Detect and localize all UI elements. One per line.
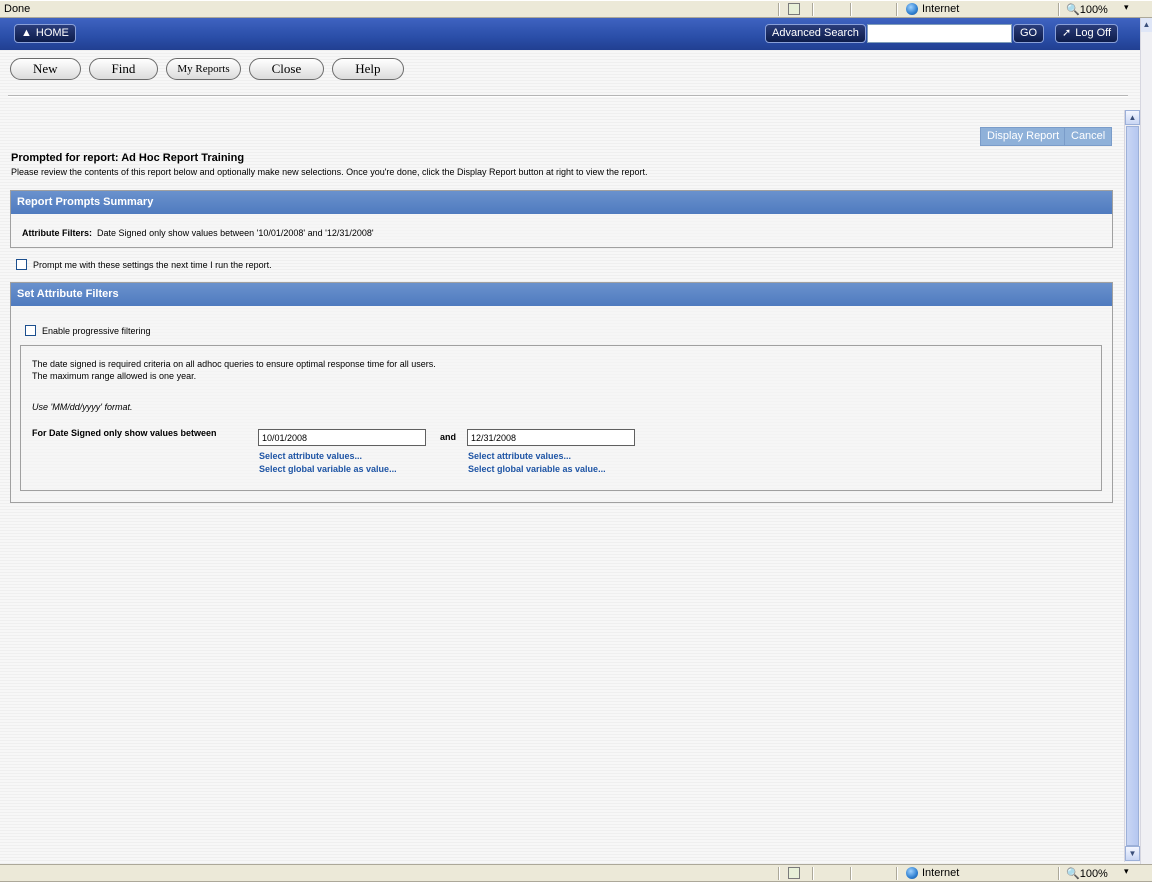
arrow-icon: ➚ [1062, 27, 1072, 39]
zoom-level[interactable]: 🔍100% [1066, 3, 1108, 16]
from-select-attribute-values-link[interactable]: Select attribute values... [259, 451, 362, 461]
home-button[interactable]: ▲ HOME [14, 24, 76, 43]
display-report-button[interactable]: Display Report [980, 127, 1067, 146]
summary-text: Date Signed only show values between '10… [97, 228, 374, 238]
globe-icon [906, 867, 918, 879]
find-label: Find [111, 61, 136, 76]
window-scrollbar[interactable]: ▲ [1140, 18, 1152, 864]
home-label: HOME [35, 27, 69, 39]
and-label: and [440, 432, 457, 442]
globe-icon [906, 3, 918, 15]
to-select-attribute-values-link[interactable]: Select attribute values... [468, 451, 571, 461]
my-reports-button[interactable]: My Reports [166, 58, 241, 80]
zone-label: Internet [922, 3, 960, 15]
status-bar-bottom: Internet 🔍100% ▾ [0, 864, 1152, 882]
zoom-dropdown-icon[interactable]: ▾ [1124, 866, 1129, 877]
find-button[interactable]: Find [88, 58, 159, 80]
logoff-label: Log Off [1075, 27, 1112, 39]
prompt-next-time-label: Prompt me with these settings the next t… [33, 259, 272, 270]
my-reports-label: My Reports [177, 63, 230, 75]
status-separator [812, 867, 814, 880]
go-button[interactable]: GO [1013, 24, 1045, 43]
format-hint: Use 'MM/dd/yyyy' format. [32, 402, 133, 412]
status-separator [896, 867, 898, 880]
close-button[interactable]: Close [248, 58, 325, 80]
scroll-up-icon[interactable]: ▲ [1141, 18, 1152, 32]
status-separator [812, 3, 814, 16]
new-button[interactable]: New [10, 58, 81, 80]
report-prompts-summary-panel: Report Prompts Summary Attribute Filters… [10, 190, 1113, 248]
status-separator [850, 3, 852, 16]
status-text: Done [4, 3, 31, 15]
summary-line: Attribute Filters: Date Signed only show… [22, 228, 374, 238]
new-label: New [33, 61, 58, 76]
security-zone: Internet [906, 867, 959, 879]
zoom-dropdown-icon[interactable]: ▾ [1124, 2, 1129, 13]
help-label: Help [355, 61, 381, 76]
status-separator [778, 3, 780, 16]
date-to-input[interactable] [467, 429, 635, 446]
status-separator [1058, 3, 1060, 16]
filters-header: Set Attribute Filters [11, 283, 1112, 306]
zoom-value: 100% [1079, 4, 1108, 16]
app-header: ▲ HOME Advanced Search GO ➚ Log Off [0, 18, 1140, 50]
summary-header: Report Prompts Summary [11, 191, 1112, 214]
zone-label: Internet [922, 867, 960, 879]
close-label: Close [271, 61, 302, 76]
summary-label: Attribute Filters: [22, 228, 93, 238]
progressive-filtering-checkbox[interactable] [25, 325, 36, 336]
progressive-filtering-label: Enable progressive filtering [42, 325, 151, 336]
prompt-next-time-row[interactable]: Prompt me with these settings the next t… [16, 259, 272, 270]
report-title: Prompted for report: Ad Hoc Report Train… [11, 152, 245, 164]
status-separator [778, 867, 780, 880]
security-zone: Internet [906, 3, 959, 15]
advanced-search-button[interactable]: Advanced Search [765, 24, 866, 43]
from-select-global-variable-link[interactable]: Select global variable as value... [259, 464, 397, 474]
toolbar-divider [8, 95, 1128, 97]
status-separator [1058, 867, 1060, 880]
date-from-input[interactable] [258, 429, 426, 446]
status-separator [850, 867, 852, 880]
help-button[interactable]: Help [332, 58, 404, 80]
zoom-value: 100% [1079, 868, 1108, 880]
report-description: Please review the contents of this repor… [11, 167, 648, 177]
advanced-search-label: Advanced Search [772, 27, 859, 39]
prompt-next-time-checkbox[interactable] [16, 259, 27, 270]
go-label: GO [1020, 27, 1038, 39]
pending-icon [788, 3, 800, 15]
progressive-filtering-row[interactable]: Enable progressive filtering [25, 325, 151, 336]
status-separator [896, 3, 898, 16]
set-attribute-filters-panel: Set Attribute Filters Enable progressive… [10, 282, 1113, 503]
home-icon: ▲ [21, 27, 32, 39]
date-filter-box: The date signed is required criteria on … [20, 345, 1102, 491]
date-filter-label: For Date Signed only show values between [32, 428, 217, 438]
status-bar-top: Done Internet 🔍100% ▾ [0, 0, 1152, 18]
content-scrollbar[interactable]: ▲ ▼ [1124, 110, 1140, 862]
info-line-2: The maximum range allowed is one year. [32, 371, 197, 381]
scroll-down-icon[interactable]: ▼ [1125, 846, 1140, 861]
to-select-global-variable-link[interactable]: Select global variable as value... [468, 464, 606, 474]
zoom-level[interactable]: 🔍100% [1066, 867, 1108, 880]
toolbar: New Find My Reports Close Help [10, 58, 404, 80]
search-input[interactable] [867, 24, 1012, 43]
cancel-button[interactable]: Cancel [1064, 127, 1113, 146]
info-line-1: The date signed is required criteria on … [32, 359, 436, 369]
scroll-up-icon[interactable]: ▲ [1125, 110, 1140, 125]
logoff-button[interactable]: ➚ Log Off [1055, 24, 1119, 43]
pending-icon [788, 867, 800, 879]
scroll-thumb[interactable] [1126, 126, 1139, 846]
